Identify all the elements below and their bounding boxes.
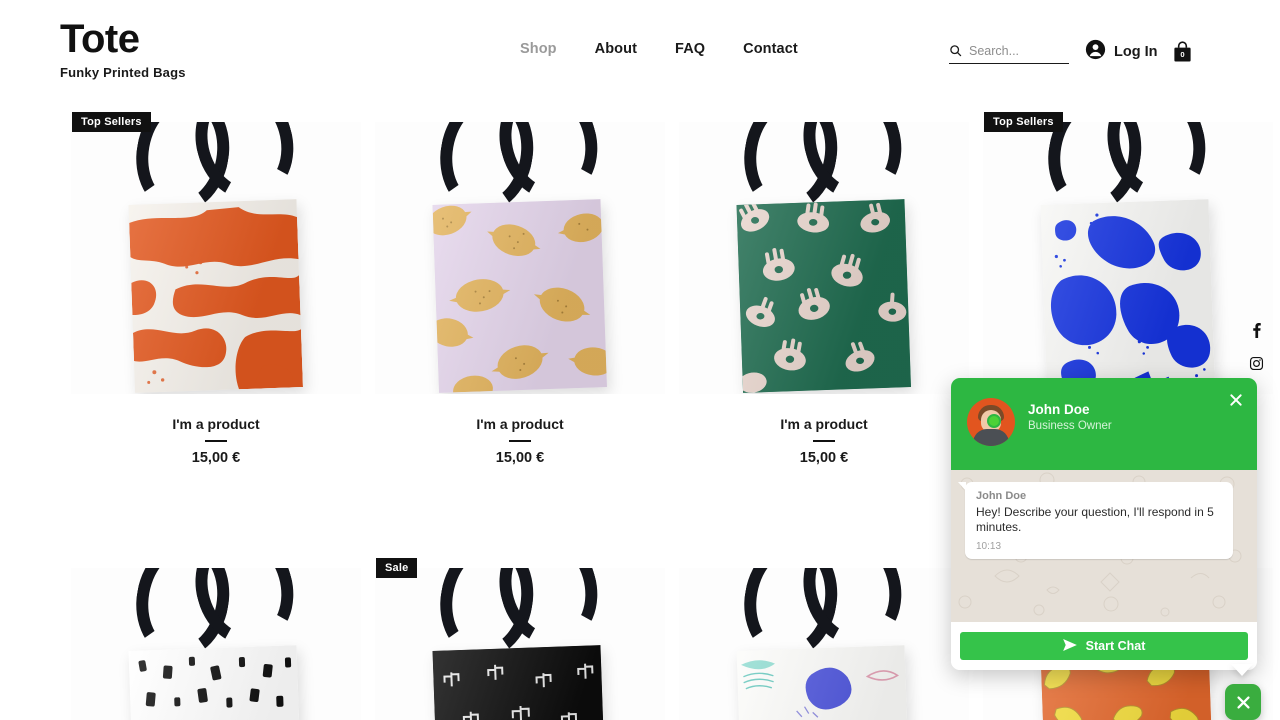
- chat-agent-name: John Doe: [1028, 402, 1090, 417]
- online-status-indicator: [987, 414, 1001, 428]
- login-label: Log In: [1114, 44, 1158, 60]
- social-links: [1249, 322, 1264, 376]
- account-circle-icon: [1085, 39, 1106, 65]
- product-image[interactable]: [679, 122, 969, 394]
- product-card[interactable]: I'm a product 15,00 €: [368, 100, 672, 500]
- chat-message-bubble: John Doe Hey! Describe your question, I'…: [958, 482, 1233, 559]
- chat-footer: Start Chat: [951, 622, 1257, 670]
- message-time: 10:13: [976, 541, 1002, 552]
- product-title: I'm a product: [476, 416, 564, 432]
- product-image[interactable]: [71, 568, 361, 720]
- site-header: Tote Funky Printed Bags Shop About FAQ C…: [0, 0, 1280, 100]
- nav-item-about[interactable]: About: [595, 41, 637, 57]
- cart-count: 0: [1180, 50, 1184, 59]
- product-price: 15,00 €: [495, 450, 545, 466]
- product-card[interactable]: Sale: [368, 546, 672, 720]
- chat-agent-role: Business Owner: [1028, 420, 1112, 432]
- product-price: 15,00 €: [191, 450, 241, 466]
- chat-header: John Doe Business Owner: [951, 378, 1257, 470]
- cart-button[interactable]: 0: [1172, 40, 1193, 68]
- product-card[interactable]: Top Sellers: [64, 100, 368, 500]
- login-button[interactable]: Log In: [1085, 39, 1158, 65]
- instagram-icon[interactable]: [1249, 356, 1264, 376]
- close-icon[interactable]: [1228, 392, 1244, 408]
- close-icon: [1236, 695, 1250, 709]
- storefront-page: Tote Funky Printed Bags Shop About FAQ C…: [0, 0, 1280, 720]
- brand-tagline: Funky Printed Bags: [60, 65, 186, 80]
- search-input[interactable]: [969, 43, 1057, 58]
- facebook-icon[interactable]: [1251, 322, 1263, 343]
- product-card[interactable]: I'm a product 15,00 €: [672, 100, 976, 500]
- shopping-bag-icon: 0: [1174, 41, 1191, 62]
- chat-fab-pointer: [1231, 664, 1253, 676]
- chat-fab-close-button[interactable]: [1225, 684, 1261, 720]
- product-image[interactable]: [71, 122, 361, 394]
- start-chat-label: Start Chat: [1085, 639, 1146, 653]
- product-image[interactable]: [375, 568, 665, 720]
- product-title: I'm a product: [780, 416, 868, 432]
- product-price: 15,00 €: [799, 450, 849, 466]
- brand-logo[interactable]: Tote Funky Printed Bags: [60, 16, 186, 80]
- divider: [205, 440, 227, 442]
- search-icon: [949, 44, 962, 57]
- nav-item-contact[interactable]: Contact: [743, 41, 798, 57]
- send-icon: [1062, 638, 1077, 654]
- product-card[interactable]: [64, 546, 368, 720]
- search-box[interactable]: [949, 38, 1069, 64]
- message-text: Hey! Describe your question, I'll respon…: [976, 505, 1214, 534]
- chat-widget[interactable]: John Doe Business Owner John Doe Hey! De…: [951, 378, 1257, 670]
- message-sender: John Doe: [976, 490, 1027, 502]
- nav-item-shop[interactable]: Shop: [520, 41, 557, 57]
- product-image[interactable]: [375, 122, 665, 394]
- start-chat-button[interactable]: Start Chat: [960, 632, 1248, 660]
- brand-name: Tote: [60, 17, 140, 61]
- status-badge: Sale: [376, 558, 418, 578]
- product-title: I'm a product: [172, 416, 260, 432]
- main-navigation: Shop About FAQ Contact: [520, 41, 798, 57]
- divider: [813, 440, 835, 442]
- divider: [509, 440, 531, 442]
- status-badge: Top Sellers: [984, 112, 1063, 132]
- product-image[interactable]: [679, 568, 969, 720]
- status-badge: Top Sellers: [72, 112, 151, 132]
- product-image[interactable]: [983, 122, 1273, 394]
- product-card[interactable]: [672, 546, 976, 720]
- nav-item-faq[interactable]: FAQ: [675, 41, 705, 57]
- chat-message-area: John Doe Hey! Describe your question, I'…: [951, 470, 1257, 622]
